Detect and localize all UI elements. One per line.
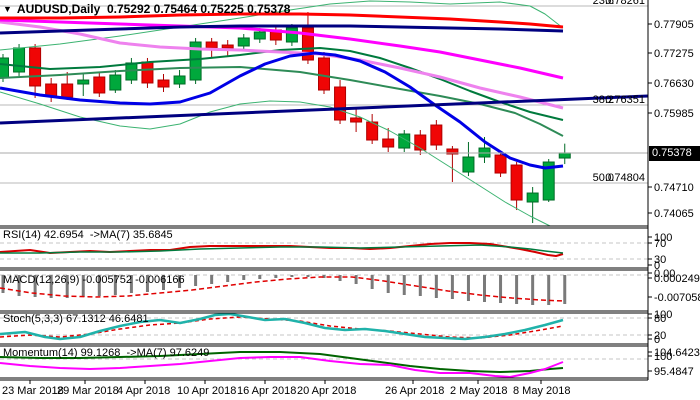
fib-price-label: 0.78261 [605, 0, 645, 7]
candle-bull [237, 37, 250, 47]
price-label: 0.75985 [654, 108, 694, 120]
date-label: 16 Apr 2018 [237, 385, 296, 397]
date-label: 23 Mar 2018 [2, 385, 64, 397]
candle-bull [173, 75, 186, 85]
date-label: 26 Apr 2018 [385, 385, 444, 397]
macd-panel[interactable] [0, 274, 648, 305]
current-price-badge: 0.75378 [649, 146, 700, 161]
momentum-axis-label: 95.4847 [654, 366, 694, 378]
chart-header: ▼ AUDUSD,Daily 0.75292 0.75464 0.75225 0.… [3, 2, 290, 16]
main-price-panel[interactable]: 23.60.7826138.20.7635150.00.74804 [0, 0, 648, 233]
candle-bull [0, 57, 9, 79]
momentum-line [0, 356, 564, 378]
date-label: 2 May 2018 [450, 385, 507, 397]
price-label: 0.74065 [654, 208, 694, 220]
candle-bear [45, 83, 58, 97]
candle-bear [61, 83, 74, 98]
date-label: 20 Apr 2018 [297, 385, 356, 397]
momentum-panel[interactable] [0, 351, 648, 378]
fib-price-label: 0.74804 [605, 172, 645, 184]
candle-bear [494, 154, 507, 174]
stoch-axis-label: 0 [654, 334, 660, 346]
candle-bull [526, 192, 539, 203]
stoch-axis-label: 80 [654, 313, 666, 325]
macd-histogram [1, 275, 567, 305]
candle-bull [109, 74, 122, 91]
candle-bear [318, 57, 330, 91]
date-label: 10 Apr 2018 [177, 385, 236, 397]
macd-axis-label: -0.007058 [654, 292, 700, 304]
candle-bear [430, 124, 443, 146]
envelope-lower[interactable] [0, 91, 565, 233]
price-label: 0.77275 [654, 48, 694, 60]
candle-bull [558, 152, 571, 159]
date-label: 29 Mar 2018 [57, 385, 119, 397]
stoch-panel[interactable] [0, 312, 648, 341]
candle-bear [350, 117, 363, 123]
candles [0, 12, 571, 224]
candle-bull [77, 79, 90, 85]
price-label: 0.74710 [654, 182, 694, 194]
symbol-ohlc-text: AUDUSD,Daily 0.75292 0.75464 0.75225 0.7… [16, 2, 291, 16]
candle-bear [157, 79, 170, 88]
price-axis[interactable]: 0.77905 0.77275 0.76630 0.75985 0.74710 0.740… [648, 19, 700, 378]
date-label: 8 May 2018 [513, 385, 570, 397]
chart-canvas[interactable]: 23.60.7826138.20.7635150.00.748040.77905… [0, 0, 700, 400]
candle-bull [285, 27, 298, 43]
candle-bear [205, 41, 218, 49]
candle-bear [93, 76, 106, 94]
fib-price-label: 0.76351 [605, 94, 645, 106]
date-axis[interactable]: 23 Mar 201829 Mar 20184 Apr 2018 10 Apr 2… [2, 380, 570, 397]
candle-bull [13, 47, 26, 73]
rsi-axis-label: 70 [654, 238, 666, 250]
macd-axis-label: 0.000249 [654, 273, 700, 285]
candle-bull [462, 156, 475, 173]
candle-bear [141, 61, 154, 84]
current-price-value: 0.75378 [652, 147, 692, 159]
candle-bear [382, 138, 395, 148]
candle-bear [221, 44, 234, 49]
price-label: 0.76630 [654, 78, 694, 90]
price-label: 0.77905 [654, 19, 694, 31]
candle-bear [334, 86, 347, 121]
candle-bull [253, 31, 266, 40]
date-label: 4 Apr 2018 [117, 385, 170, 397]
trading-chart-window: 23.6 0.78261 38.2 0.76351 50.0 0.74804 0.77905… [0, 0, 700, 400]
symbol-dropdown-icon[interactable]: ▼ [3, 4, 12, 14]
candle-bear [510, 164, 523, 201]
rsi-panel[interactable] [0, 242, 648, 260]
momentum-axis-label: 100 [654, 351, 672, 363]
